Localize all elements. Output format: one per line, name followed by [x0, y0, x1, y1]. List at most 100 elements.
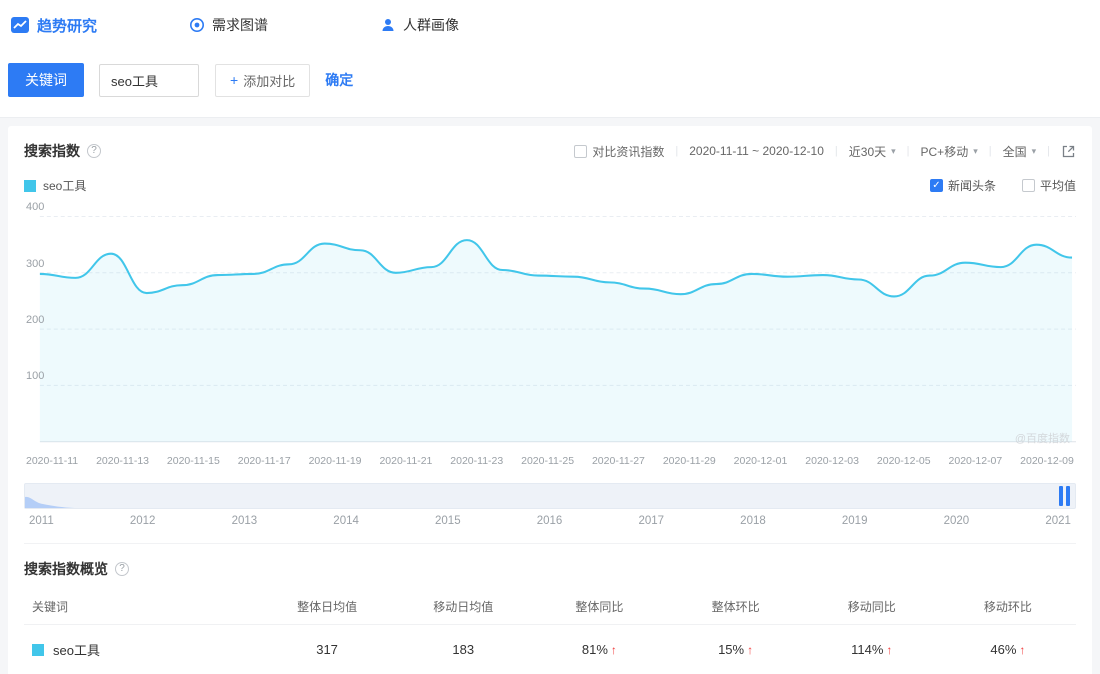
- x-axis-labels: 2020-11-11 2020-11-13 2020-11-15 2020-11-17…: [24, 455, 1076, 467]
- confirm-button[interactable]: 确定: [325, 70, 353, 90]
- value-cell: 46% ↑: [990, 642, 1026, 657]
- compare-feed-label: 对比资讯指数: [592, 144, 665, 159]
- trend-up-icon: ↑: [747, 643, 754, 657]
- keyword-label: seo工具: [53, 643, 100, 658]
- timeline-slider[interactable]: [24, 483, 1076, 509]
- x-axis-tick: 2020-11-23: [450, 455, 504, 467]
- timeline-year-label: 2012: [129, 515, 156, 527]
- help-icon[interactable]: ?: [87, 144, 101, 158]
- nav-item-audience-profile[interactable]: 人群画像: [380, 15, 459, 35]
- add-compare-label: 添加对比: [243, 73, 296, 89]
- device-dropdown[interactable]: PC+移动 ▾: [921, 143, 978, 160]
- average-checkbox[interactable]: 平均值: [1021, 177, 1076, 194]
- y-axis-tick: 400: [26, 201, 45, 214]
- column-header: 整体同比: [575, 600, 624, 614]
- series-swatch: [24, 179, 36, 192]
- x-axis-tick: 2020-11-27: [591, 455, 645, 467]
- trend-up-icon: ↑: [1019, 643, 1026, 657]
- keyword-input[interactable]: [99, 63, 199, 97]
- slider-handle[interactable]: [1059, 486, 1070, 506]
- keyword-button[interactable]: 关键词: [8, 63, 84, 97]
- chevron-down-icon: ▾: [973, 145, 978, 156]
- chevron-down-icon: ▾: [1031, 145, 1037, 156]
- time-range-value: 近30天: [848, 144, 887, 159]
- time-range-dropdown[interactable]: 近30天 ▾: [849, 143, 896, 160]
- timeline-year-label: 2018: [740, 515, 766, 527]
- x-axis-tick: 2020-11-25: [521, 455, 575, 467]
- x-axis-tick: 2020-11-13: [96, 455, 149, 467]
- export-icon[interactable]: [1061, 144, 1076, 159]
- overview-title: 搜索指数概览: [24, 561, 108, 577]
- divider: |: [906, 145, 910, 157]
- value-cell: 81% ↑: [581, 642, 617, 657]
- compare-feed-checkbox[interactable]: 对比资讯指数: [574, 143, 664, 160]
- table-row: seo工具 317 183 81% ↑ 15% ↑ 114% ↑ 46% ↑: [24, 625, 1076, 674]
- top-section: 趋势研究 需求图谱 人群画像 关键词 + 添加对比 确定: [0, 0, 1100, 118]
- legend-item[interactable]: seo工具: [24, 177, 86, 194]
- x-axis-tick: 2020-12-03: [805, 455, 859, 467]
- timeline-mini-chart: [25, 496, 75, 508]
- news-headlines-checkbox[interactable]: ✓ 新闻头条: [929, 177, 996, 194]
- watermark: @百度指数: [1014, 433, 1070, 445]
- x-axis-tick: 2020-12-01: [733, 455, 788, 467]
- top-navigation: 趋势研究 需求图谱 人群画像: [0, 0, 1100, 50]
- x-axis-tick: 2020-11-19: [308, 455, 362, 467]
- overview-table: 关键词 整体日均值 移动日均值 整体同比 整体环比 移动同比 移动环比 seo工具 317 18…: [24, 591, 1076, 674]
- overview-section: 搜索指数概览 ? 关键词 整体日均值 移动日均值 整体同比 整体环比 移动同比 移动环比 s…: [24, 543, 1076, 674]
- date-range[interactable]: 2020-11-11 ~ 2020-12-10: [689, 144, 824, 158]
- logo[interactable]: 趋势研究: [10, 15, 97, 36]
- x-axis-tick: 2020-11-15: [166, 455, 220, 467]
- overview-table-header: 关键词 整体日均值 移动日均值 整体同比 整体环比 移动同比 移动环比: [24, 591, 1076, 625]
- x-axis-tick: 2020-11-11: [26, 455, 79, 467]
- divider: |: [834, 145, 838, 157]
- value-cell: 317: [316, 642, 338, 657]
- keyword-cell[interactable]: seo工具: [24, 640, 259, 659]
- divider: |: [1047, 145, 1050, 157]
- search-bar: 关键词 + 添加对比 确定: [0, 50, 1100, 117]
- timeline-year-label: 2013: [231, 515, 258, 527]
- column-header: 移动日均值: [433, 600, 494, 614]
- series-swatch: [32, 643, 44, 656]
- checkbox-icon[interactable]: [574, 144, 588, 158]
- chart-controls: 对比资讯指数 | 2020-11-11 ~ 2020-12-10 | 近30天 …: [574, 143, 1076, 160]
- trend-up-icon: ↑: [886, 643, 893, 657]
- news-headlines-label: 新闻头条: [947, 179, 996, 193]
- timeline-years: 2011 2012 2013 2014 2015 2016 2017 2018 2019 2020…: [24, 515, 1076, 529]
- value-cell: 114% ↑: [851, 642, 893, 657]
- device-value: PC+移动: [920, 144, 969, 159]
- average-label: 平均值: [1039, 179, 1076, 193]
- column-header: 移动同比: [847, 600, 896, 614]
- x-axis-tick: 2020-11-29: [662, 455, 716, 467]
- panel-header: 搜索指数 ? 对比资讯指数 | 2020-11-11 ~ 2020-12-10 …: [24, 141, 1076, 161]
- x-axis-tick: 2020-12-05: [876, 455, 931, 467]
- y-axis-tick: 300: [26, 257, 45, 270]
- trend-chart[interactable]: 400 300 200 100 @百度指数: [24, 201, 1076, 450]
- logo-text: 趋势研究: [37, 17, 98, 35]
- legend-label: seo工具: [43, 179, 87, 193]
- legend-row: seo工具 ✓ 新闻头条 平均值: [24, 177, 1076, 194]
- date-range-value: 2020-11-11 ~ 2020-12-10: [689, 144, 824, 158]
- x-axis-tick: 2020-11-21: [379, 455, 433, 467]
- nav-item-demand-graph[interactable]: 需求图谱: [189, 15, 268, 35]
- timeline-year-label: 2014: [333, 515, 359, 527]
- overview-table-body: seo工具 317 183 81% ↑ 15% ↑ 114% ↑ 46% ↑: [24, 625, 1076, 674]
- help-icon[interactable]: ?: [115, 562, 129, 576]
- add-compare-button[interactable]: + 添加对比: [215, 63, 311, 97]
- nav-item-label: 需求图谱: [212, 17, 269, 33]
- region-dropdown[interactable]: 全国 ▾: [1003, 143, 1037, 160]
- timeline-year-label: 2015: [435, 515, 461, 527]
- nav-item-label: 人群画像: [403, 17, 460, 33]
- checkbox-checked-icon[interactable]: ✓: [929, 179, 943, 192]
- overview-title-wrap: 搜索指数概览 ?: [24, 559, 1076, 579]
- timeline-year-label: 2021: [1045, 515, 1071, 527]
- panel-title-wrap: 搜索指数 ?: [24, 141, 101, 161]
- column-header: 整体日均值: [297, 600, 358, 614]
- checkbox-icon[interactable]: [1021, 179, 1035, 192]
- chevron-down-icon: ▾: [891, 145, 896, 156]
- value-cell: 15% ↑: [718, 642, 754, 657]
- search-index-panel: 搜索指数 ? 对比资讯指数 | 2020-11-11 ~ 2020-12-10 …: [8, 126, 1092, 674]
- timeline-year-label: 2019: [841, 515, 868, 527]
- trend-chart-svg[interactable]: [24, 202, 1076, 450]
- column-header: 移动环比: [983, 600, 1032, 614]
- timeline-year-label: 2011: [29, 515, 54, 527]
